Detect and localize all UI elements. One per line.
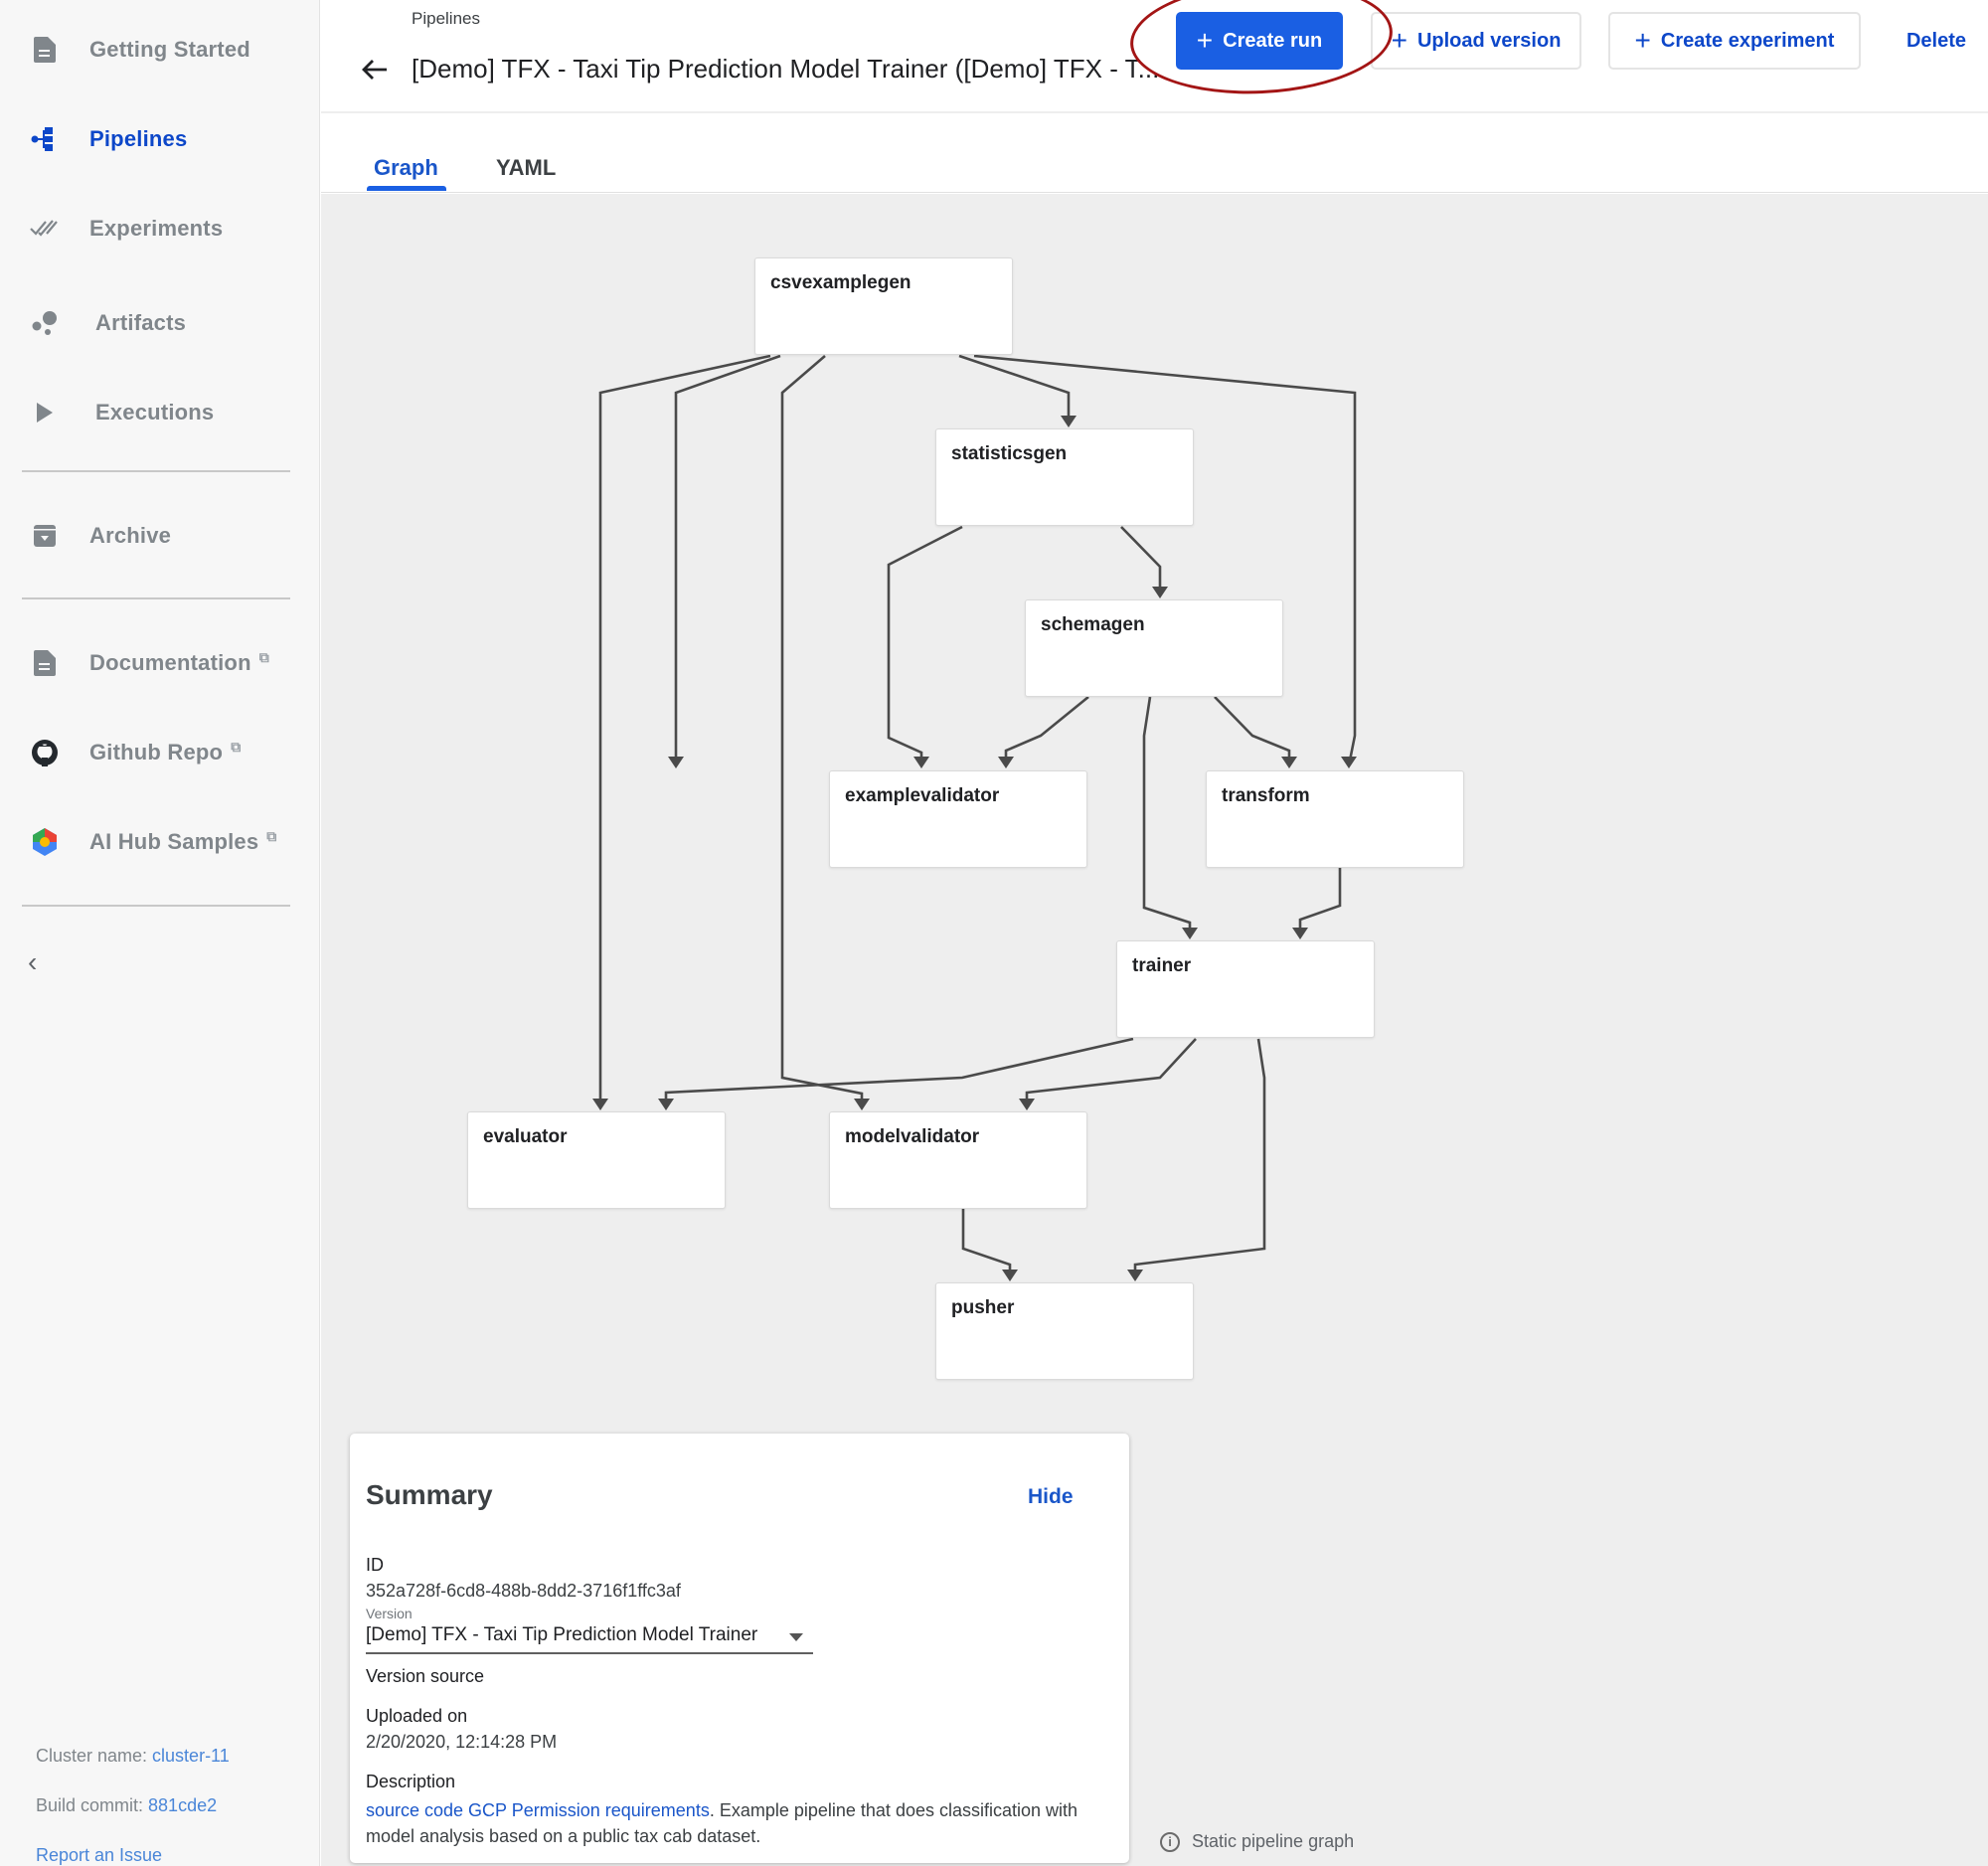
cluster-name-link[interactable]: cluster-11	[152, 1746, 230, 1766]
version-source-label: Version source	[366, 1666, 485, 1686]
tab-bar: Graph YAML	[321, 115, 1988, 193]
external-link-icon: ⧉	[266, 828, 277, 844]
graph-node-examplevalidator[interactable]: examplevalidator	[829, 770, 1087, 868]
graph-node-evaluator[interactable]: evaluator	[467, 1111, 726, 1209]
sidebar-item-ai-hub-samples[interactable]: AI Hub Samples ⧉	[0, 812, 320, 872]
document-icon	[28, 646, 62, 680]
graph-node-modelvalidator[interactable]: modelvalidator	[829, 1111, 1087, 1209]
version-label: Version	[366, 1606, 413, 1621]
id-value: 352a728f-6cd8-488b-8dd2-3716f1ffc3af	[366, 1581, 681, 1601]
graph-node-trainer[interactable]: trainer	[1116, 940, 1375, 1038]
id-label: ID	[366, 1555, 384, 1575]
graph-node-schemagen[interactable]: schemagen	[1025, 599, 1283, 697]
ai-hub-icon	[28, 825, 62, 859]
sidebar-item-label: Github Repo	[89, 740, 224, 764]
build-commit-link[interactable]: 881cde2	[148, 1795, 217, 1815]
graph-node-transform[interactable]: transform	[1206, 770, 1464, 868]
sidebar-item-github-repo[interactable]: Github Repo ⧉	[0, 723, 320, 782]
dropdown-caret-icon	[789, 1633, 803, 1641]
static-graph-note: i Static pipeline graph	[1160, 1831, 1354, 1852]
sidebar-item-artifacts[interactable]: Artifacts	[0, 293, 320, 353]
sidebar-item-label: Artifacts	[95, 310, 187, 335]
play-icon	[28, 396, 62, 429]
sidebar-item-experiments[interactable]: Experiments	[0, 199, 320, 258]
source-code-link[interactable]: source code GCP Permission requirements	[366, 1800, 710, 1820]
delete-button[interactable]: Delete	[1892, 12, 1981, 70]
sidebar-item-archive[interactable]: Archive	[0, 506, 320, 566]
build-commit: Build commit: 881cde2	[36, 1795, 218, 1815]
create-run-button[interactable]: + Create run	[1176, 12, 1343, 70]
sidebar-item-label: Pipelines	[89, 126, 188, 151]
graph-node-statisticsgen[interactable]: statisticsgen	[935, 428, 1194, 526]
back-button[interactable]	[357, 52, 393, 87]
plus-icon: +	[1196, 25, 1214, 56]
external-link-icon: ⧉	[258, 649, 269, 665]
chevron-left-icon: ‹	[28, 946, 38, 977]
sidebar-item-label: Documentation	[89, 650, 251, 675]
pipeline-icon	[28, 122, 62, 156]
report-issue-link[interactable]: Report an Issue	[36, 1845, 162, 1865]
hide-summary-button[interactable]: Hide	[1028, 1485, 1074, 1509]
external-link-icon: ⧉	[231, 739, 242, 755]
sidebar-divider	[22, 470, 290, 472]
description-value: source code GCP Permission requirements.…	[366, 1800, 1078, 1846]
archive-icon	[28, 519, 62, 553]
sidebar-item-label: Archive	[89, 523, 172, 548]
info-icon: i	[1160, 1831, 1180, 1852]
sidebar-item-label: Experiments	[89, 216, 224, 241]
graph-node-csvexamplegen[interactable]: csvexamplegen	[754, 257, 1013, 355]
active-tab-indicator	[367, 186, 446, 191]
collapse-sidebar-button[interactable]: ‹	[28, 946, 58, 980]
document-icon	[28, 33, 62, 67]
bubbles-icon	[28, 306, 62, 340]
page-title: [Demo] TFX - Taxi Tip Prediction Model T…	[412, 54, 1160, 84]
double-check-icon	[28, 212, 62, 246]
sidebar-item-label: Executions	[95, 400, 215, 424]
plus-icon: +	[1634, 25, 1651, 56]
breadcrumb[interactable]: Pipelines	[412, 9, 480, 29]
tab-yaml[interactable]: YAML	[496, 155, 556, 181]
arrow-left-icon	[362, 60, 387, 80]
sidebar-item-label: AI Hub Samples	[89, 829, 259, 854]
sidebar-divider	[22, 905, 290, 907]
sidebar: Getting Started Pipelines Experiments Ar…	[0, 0, 320, 1866]
description-label: Description	[366, 1772, 456, 1791]
uploaded-on-value: 2/20/2020, 12:14:28 PM	[366, 1732, 558, 1752]
version-select[interactable]: [Demo] TFX - Taxi Tip Prediction Model T…	[366, 1624, 813, 1654]
summary-title: Summary	[366, 1479, 493, 1510]
github-icon	[28, 736, 62, 769]
graph-node-pusher[interactable]: pusher	[935, 1282, 1194, 1380]
summary-panel: Summary Hide ID 352a728f-6cd8-488b-8dd2-…	[350, 1434, 1129, 1863]
page-header: Pipelines [Demo] TFX - Taxi Tip Predicti…	[321, 0, 1988, 113]
cluster-name: Cluster name: cluster-11	[36, 1746, 230, 1766]
tab-graph[interactable]: Graph	[374, 155, 438, 181]
upload-version-button[interactable]: + Upload version	[1371, 12, 1581, 70]
uploaded-on-label: Uploaded on	[366, 1706, 468, 1726]
sidebar-item-pipelines[interactable]: Pipelines	[0, 109, 320, 169]
create-experiment-button[interactable]: + Create experiment	[1608, 12, 1861, 70]
plus-icon: +	[1391, 25, 1408, 56]
sidebar-item-documentation[interactable]: Documentation ⧉	[0, 633, 320, 693]
sidebar-item-label: Getting Started	[89, 37, 250, 62]
sidebar-item-executions[interactable]: Executions	[0, 383, 320, 442]
sidebar-divider	[22, 597, 290, 599]
sidebar-item-getting-started[interactable]: Getting Started	[0, 20, 320, 80]
